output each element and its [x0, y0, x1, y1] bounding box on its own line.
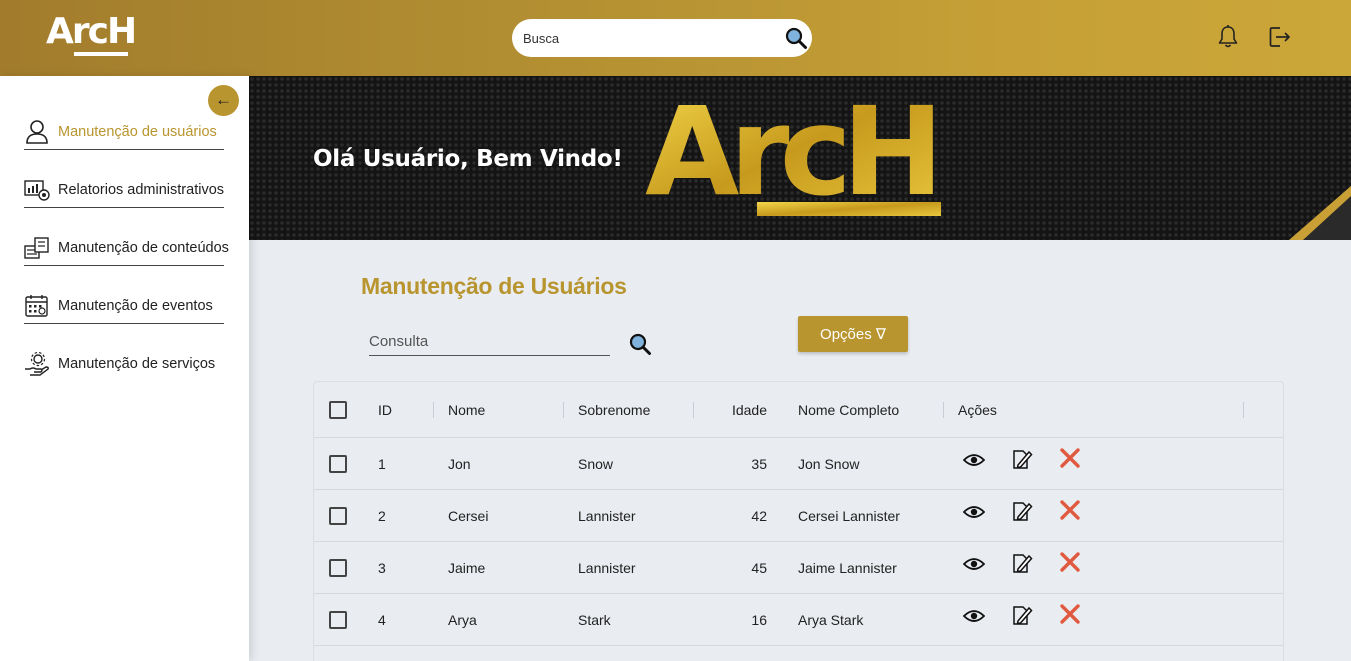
column-separator[interactable]	[433, 402, 434, 418]
row-select-cell	[329, 490, 347, 541]
delete-icon[interactable]	[1060, 552, 1080, 572]
table-row[interactable]: 2 Cersei Lannister 42 Cersei Lannister	[314, 490, 1283, 542]
cell-idade: 42	[751, 507, 767, 524]
delete-icon[interactable]	[1060, 500, 1080, 520]
table-header: ID Nome Sobrenome Idade Nome Completo Aç…	[314, 382, 1283, 438]
row-select-cell	[329, 438, 347, 489]
cell-sobrenome: Stark	[578, 611, 611, 628]
sidebar-item-eventos[interactable]: Manutenção de eventos	[24, 288, 224, 324]
search-icon[interactable]	[628, 332, 652, 356]
column-header-idade[interactable]: Idade	[694, 382, 767, 437]
service-icon	[24, 351, 50, 377]
logo-underline	[74, 52, 128, 56]
top-bar: ArcH	[0, 0, 1351, 76]
cell-nome-completo: Cersei Lannister	[798, 507, 900, 524]
search-input[interactable]	[523, 28, 773, 48]
sidebar-item-label: Manutenção de eventos	[58, 297, 213, 314]
row-checkbox[interactable]	[329, 506, 347, 525]
column-header-acoes: Ações	[958, 401, 997, 418]
sidebar-item-relatorios[interactable]: Relatorios administrativos	[24, 172, 224, 208]
search-box	[512, 19, 812, 57]
sidebar: ← Manutenção de usuários Relatorios admi…	[0, 76, 249, 661]
banner-logo-image: ArcH	[645, 81, 944, 223]
row-select-cell	[329, 594, 347, 645]
view-icon[interactable]	[963, 504, 985, 520]
collapse-sidebar-button[interactable]: ←	[208, 85, 239, 116]
row-checkbox[interactable]	[329, 454, 347, 473]
cell-idade: 16	[751, 611, 767, 628]
column-header-nome[interactable]: Nome	[448, 382, 485, 437]
table-row[interactable]: 1 Jon Snow 35 Jon Snow	[314, 438, 1283, 490]
row-checkbox[interactable]	[329, 558, 347, 577]
sidebar-item-label: Relatorios administrativos	[58, 181, 225, 198]
cell-sobrenome: Snow	[578, 455, 614, 472]
row-checkbox[interactable]	[329, 610, 347, 629]
welcome-banner: Olá Usuário, Bem Vindo! ArcH	[249, 76, 1351, 240]
column-header-nome-completo[interactable]: Nome Completo	[798, 382, 899, 437]
sidebar-item-label: Manutenção de usuários	[58, 123, 217, 140]
select-all-checkbox[interactable]	[329, 400, 347, 419]
bell-icon[interactable]	[1215, 24, 1241, 50]
banner-corner-decoration	[1289, 186, 1351, 240]
consulta-input[interactable]	[369, 329, 610, 353]
page-title: Manutenção de Usuários	[361, 273, 627, 299]
select-all-cell	[329, 382, 347, 437]
sidebar-item-label: Manutenção de serviços	[58, 356, 216, 372]
view-icon[interactable]	[963, 452, 985, 468]
edit-icon[interactable]	[1011, 603, 1033, 627]
sidebar-item-usuarios[interactable]: Manutenção de usuários	[24, 114, 224, 150]
cell-idade: 45	[751, 559, 767, 576]
cell-nome-completo: Jon Snow	[798, 455, 860, 472]
table-row[interactable]: 4 Arya Stark 16 Arya Stark	[314, 594, 1283, 646]
users-table: ID Nome Sobrenome Idade Nome Completo Aç…	[313, 381, 1284, 661]
view-icon[interactable]	[963, 556, 985, 572]
cell-id: 2	[378, 507, 386, 524]
cell-nome: Jon	[448, 455, 471, 472]
cell-sobrenome: Lannister	[578, 559, 636, 576]
table-row[interactable]: 3 Jaime Lannister 45 Jaime Lannister	[314, 542, 1283, 594]
banner-logo-text: ArcH	[645, 81, 934, 223]
cell-id: 4	[378, 611, 386, 628]
delete-icon[interactable]	[1060, 604, 1080, 624]
view-icon[interactable]	[963, 608, 985, 624]
sidebar-item-servicos[interactable]: Manutenção de serviços	[24, 346, 224, 382]
user-icon	[24, 119, 50, 145]
column-separator[interactable]	[1243, 402, 1244, 418]
column-separator[interactable]	[943, 402, 944, 418]
column-separator[interactable]	[563, 402, 564, 418]
calendar-icon	[24, 293, 50, 319]
sidebar-item-conteudos[interactable]: Manutenção de conteúdos	[24, 230, 229, 266]
options-button[interactable]: Opções ∇	[798, 316, 908, 352]
report-icon	[24, 177, 50, 203]
cell-nome: Arya	[448, 611, 477, 628]
cell-nome: Cersei	[448, 507, 489, 524]
edit-icon[interactable]	[1011, 499, 1033, 523]
content-icon	[24, 235, 50, 261]
cell-nome-completo: Jaime Lannister	[798, 559, 897, 576]
cell-id: 3	[378, 559, 386, 576]
cell-nome-completo: Arya Stark	[798, 611, 864, 628]
column-header-id[interactable]: ID	[378, 382, 392, 437]
edit-icon[interactable]	[1011, 447, 1033, 471]
logout-icon[interactable]	[1267, 24, 1293, 50]
edit-icon[interactable]	[1011, 551, 1033, 575]
cell-id: 1	[378, 455, 386, 472]
welcome-greeting: Olá Usuário, Bem Vindo!	[313, 146, 623, 172]
row-select-cell	[329, 542, 347, 593]
delete-icon[interactable]	[1060, 448, 1080, 468]
cell-nome: Jaime	[448, 559, 486, 576]
cell-sobrenome: Lannister	[578, 507, 636, 524]
column-header-sobrenome[interactable]: Sobrenome	[578, 382, 650, 437]
search-icon[interactable]	[784, 26, 808, 50]
app-logo[interactable]: ArcH	[46, 12, 137, 52]
consulta-field	[369, 329, 610, 356]
cell-idade: 35	[751, 455, 767, 472]
sidebar-item-label: Manutenção de conteúdos	[58, 239, 229, 256]
